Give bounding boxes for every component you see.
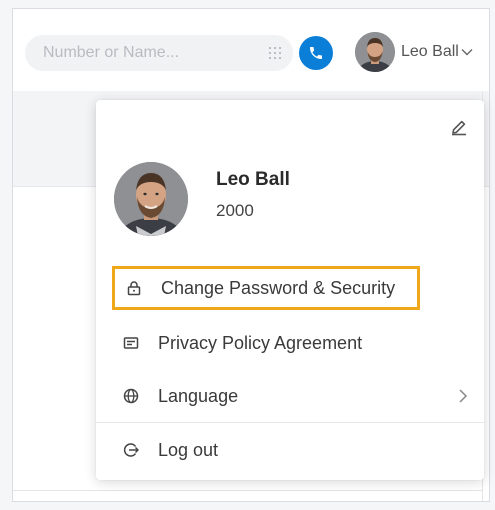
privacy-policy-item[interactable]: Privacy Policy Agreement [112, 321, 420, 365]
chevron-right-icon [459, 389, 468, 403]
profile-avatar [114, 162, 188, 236]
menu-item-label: Privacy Policy Agreement [158, 332, 363, 353]
menu-divider [96, 422, 484, 423]
menu-item-label: Change Password & Security [161, 277, 396, 298]
call-button[interactable] [299, 36, 333, 70]
divider [13, 490, 483, 491]
phone-icon [310, 47, 322, 59]
edit-icon[interactable] [450, 118, 468, 136]
chevron-down-icon [461, 49, 473, 56]
top-bar: Leo Ball [13, 9, 489, 92]
search-bar[interactable] [25, 35, 293, 71]
search-input[interactable] [43, 44, 243, 62]
logout-icon [122, 441, 140, 459]
user-dropdown-menu: Leo Ball 2000 Change Password & Security… [96, 100, 484, 480]
user-name: Leo Ball [401, 43, 459, 60]
profile-extension: 2000 [216, 201, 254, 220]
profile-name: Leo Ball [216, 169, 290, 190]
dialpad-icon[interactable] [267, 46, 283, 60]
id-card-icon [122, 334, 140, 352]
menu-item-label: Log out [158, 439, 219, 460]
menu-item-label: Language [158, 385, 239, 406]
globe-icon [122, 387, 140, 405]
change-password-security-item[interactable]: Change Password & Security [112, 266, 420, 310]
user-menu-trigger[interactable]: Leo Ball [355, 32, 473, 72]
language-item[interactable]: Language [112, 374, 468, 418]
lock-icon [125, 279, 143, 297]
logout-item[interactable]: Log out [112, 428, 420, 472]
avatar [355, 32, 395, 72]
